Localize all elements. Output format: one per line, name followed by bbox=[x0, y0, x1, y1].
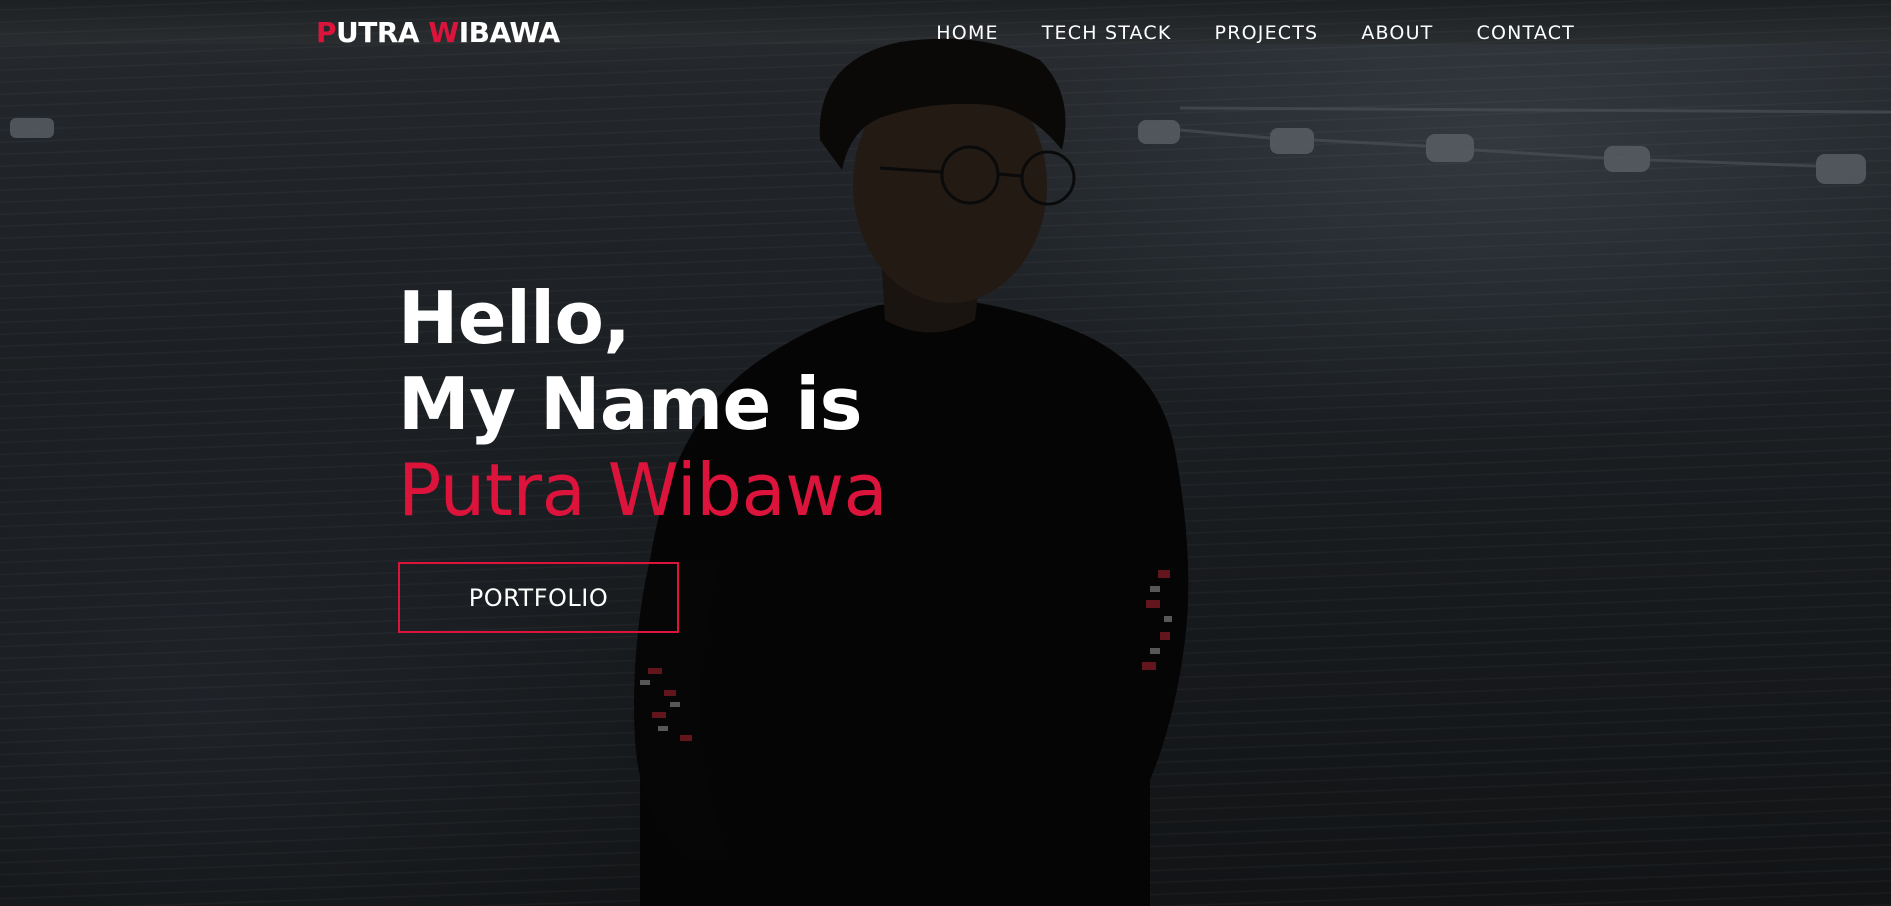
barrel-float bbox=[10, 118, 54, 138]
nav-link-projects[interactable]: PROJECTS bbox=[1215, 22, 1319, 44]
logo-initial-w: W bbox=[428, 16, 459, 49]
logo-text-utra: UTRA bbox=[336, 16, 420, 49]
nav-link-contact[interactable]: CONTACT bbox=[1476, 22, 1575, 44]
hero-section: PUTRA WIBAWA HOME TECH STACK PROJECTS AB… bbox=[0, 0, 1891, 906]
nav-link-home[interactable]: HOME bbox=[936, 22, 998, 44]
greeting-line: Hello, bbox=[398, 276, 631, 360]
barrel-float bbox=[1604, 146, 1650, 172]
hero-name: Putra Wibawa bbox=[398, 448, 888, 532]
portfolio-button[interactable]: PORTFOLIO bbox=[398, 562, 679, 633]
hero-headline: Hello, My Name is Putra Wibawa bbox=[398, 275, 888, 533]
site-logo[interactable]: PUTRA WIBAWA bbox=[316, 16, 560, 49]
top-navigation: PUTRA WIBAWA HOME TECH STACK PROJECTS AB… bbox=[0, 0, 1891, 70]
logo-text-ibawa: IBAWA bbox=[458, 16, 560, 49]
barrel-float bbox=[1270, 128, 1314, 154]
barrel-float bbox=[1816, 154, 1866, 184]
intro-line: My Name is bbox=[398, 362, 862, 446]
barrel-float bbox=[1426, 134, 1474, 162]
nav-menu: HOME TECH STACK PROJECTS ABOUT CONTACT bbox=[893, 22, 1575, 44]
nav-link-about[interactable]: ABOUT bbox=[1361, 22, 1433, 44]
barrel-float bbox=[1138, 120, 1180, 144]
nav-link-tech-stack[interactable]: TECH STACK bbox=[1042, 22, 1172, 44]
logo-initial-p: P bbox=[316, 16, 337, 49]
background-photo bbox=[10, 38, 1891, 906]
